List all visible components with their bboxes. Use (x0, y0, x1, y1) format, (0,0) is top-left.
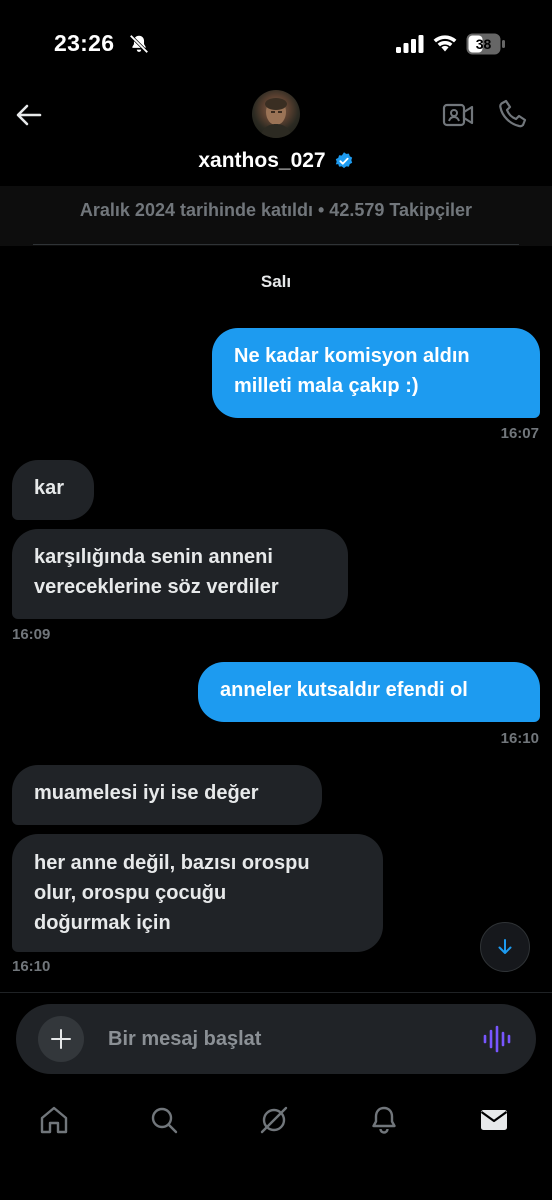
wifi-icon (433, 35, 457, 52)
message-bubble-received[interactable]: her anne değil, bazısı orospu olur, oros… (12, 834, 383, 952)
scroll-to-bottom-button[interactable] (480, 922, 530, 972)
message-timestamp: 16:07 (500, 425, 539, 442)
status-time: 23:26 (54, 30, 115, 56)
battery-level: 38 (475, 36, 492, 52)
message-line: her anne değil, bazısı orospu (34, 852, 310, 874)
day-separator: Salı (260, 272, 292, 291)
video-call-icon[interactable] (442, 100, 474, 130)
add-media-button[interactable] (38, 1016, 84, 1062)
joined-followers-text: Aralık 2024 tarihinde katıldı • 42.579 T… (79, 200, 473, 220)
search-icon (151, 1107, 178, 1134)
plus-icon (51, 1029, 71, 1049)
back-arrow-icon[interactable] (12, 98, 46, 132)
phone-icon[interactable] (498, 98, 528, 130)
nav-notifications[interactable] (364, 1100, 404, 1140)
nav-search[interactable] (144, 1100, 184, 1140)
verified-badge-icon (335, 152, 352, 169)
message-line: vereceklerine söz verdiler (34, 576, 279, 598)
message-line: kar (34, 477, 65, 499)
voice-wave-icon[interactable] (482, 1024, 512, 1054)
message-bubble-sent[interactable]: Ne kadar komisyon aldın milleti mala çak… (212, 328, 540, 418)
bell-icon (372, 1106, 396, 1134)
divider (33, 244, 519, 245)
composer-divider (0, 992, 552, 993)
arrow-down-icon (498, 939, 512, 954)
message-line: olur, orospu çocuğu (34, 882, 227, 904)
message-bubble-received[interactable]: muamelesi iyi ise değer (12, 765, 322, 825)
message-line: milleti mala çakıp :) (234, 375, 419, 397)
status-bar: 23:26 38 (0, 0, 552, 90)
message-timestamp: 16:10 (500, 730, 539, 747)
message-line: muamelesi iyi ise değer (34, 782, 259, 804)
message-bubble-received[interactable]: kar (12, 460, 94, 520)
home-icon (40, 1106, 68, 1134)
bell-off-icon (129, 34, 149, 54)
mail-icon (480, 1110, 508, 1130)
nav-grok[interactable] (254, 1100, 294, 1140)
message-bubble-received[interactable]: karşılığında senin anneni vereceklerine … (12, 529, 348, 619)
message-line: doğurmak için (34, 912, 171, 934)
nav-home[interactable] (34, 1100, 74, 1140)
message-line: anneler kutsaldır efendi ol (220, 679, 468, 701)
avatar[interactable] (252, 90, 300, 138)
nav-messages[interactable] (474, 1100, 514, 1140)
profile-name-row[interactable]: xanthos_027 (0, 146, 552, 176)
message-input[interactable] (108, 1024, 448, 1054)
signal-icon (396, 35, 424, 53)
message-timestamp: 16:10 (12, 958, 51, 975)
message-timestamp: 16:09 (12, 626, 51, 643)
message-bubble-sent[interactable]: anneler kutsaldır efendi ol (198, 662, 540, 722)
battery-indicator: 38 (466, 33, 506, 55)
grok-icon (260, 1106, 288, 1134)
message-line: karşılığında senin anneni (34, 546, 273, 568)
message-line: Ne kadar komisyon aldın (234, 345, 470, 367)
username: xanthos_027 (198, 149, 326, 172)
avatar-image (260, 98, 292, 138)
